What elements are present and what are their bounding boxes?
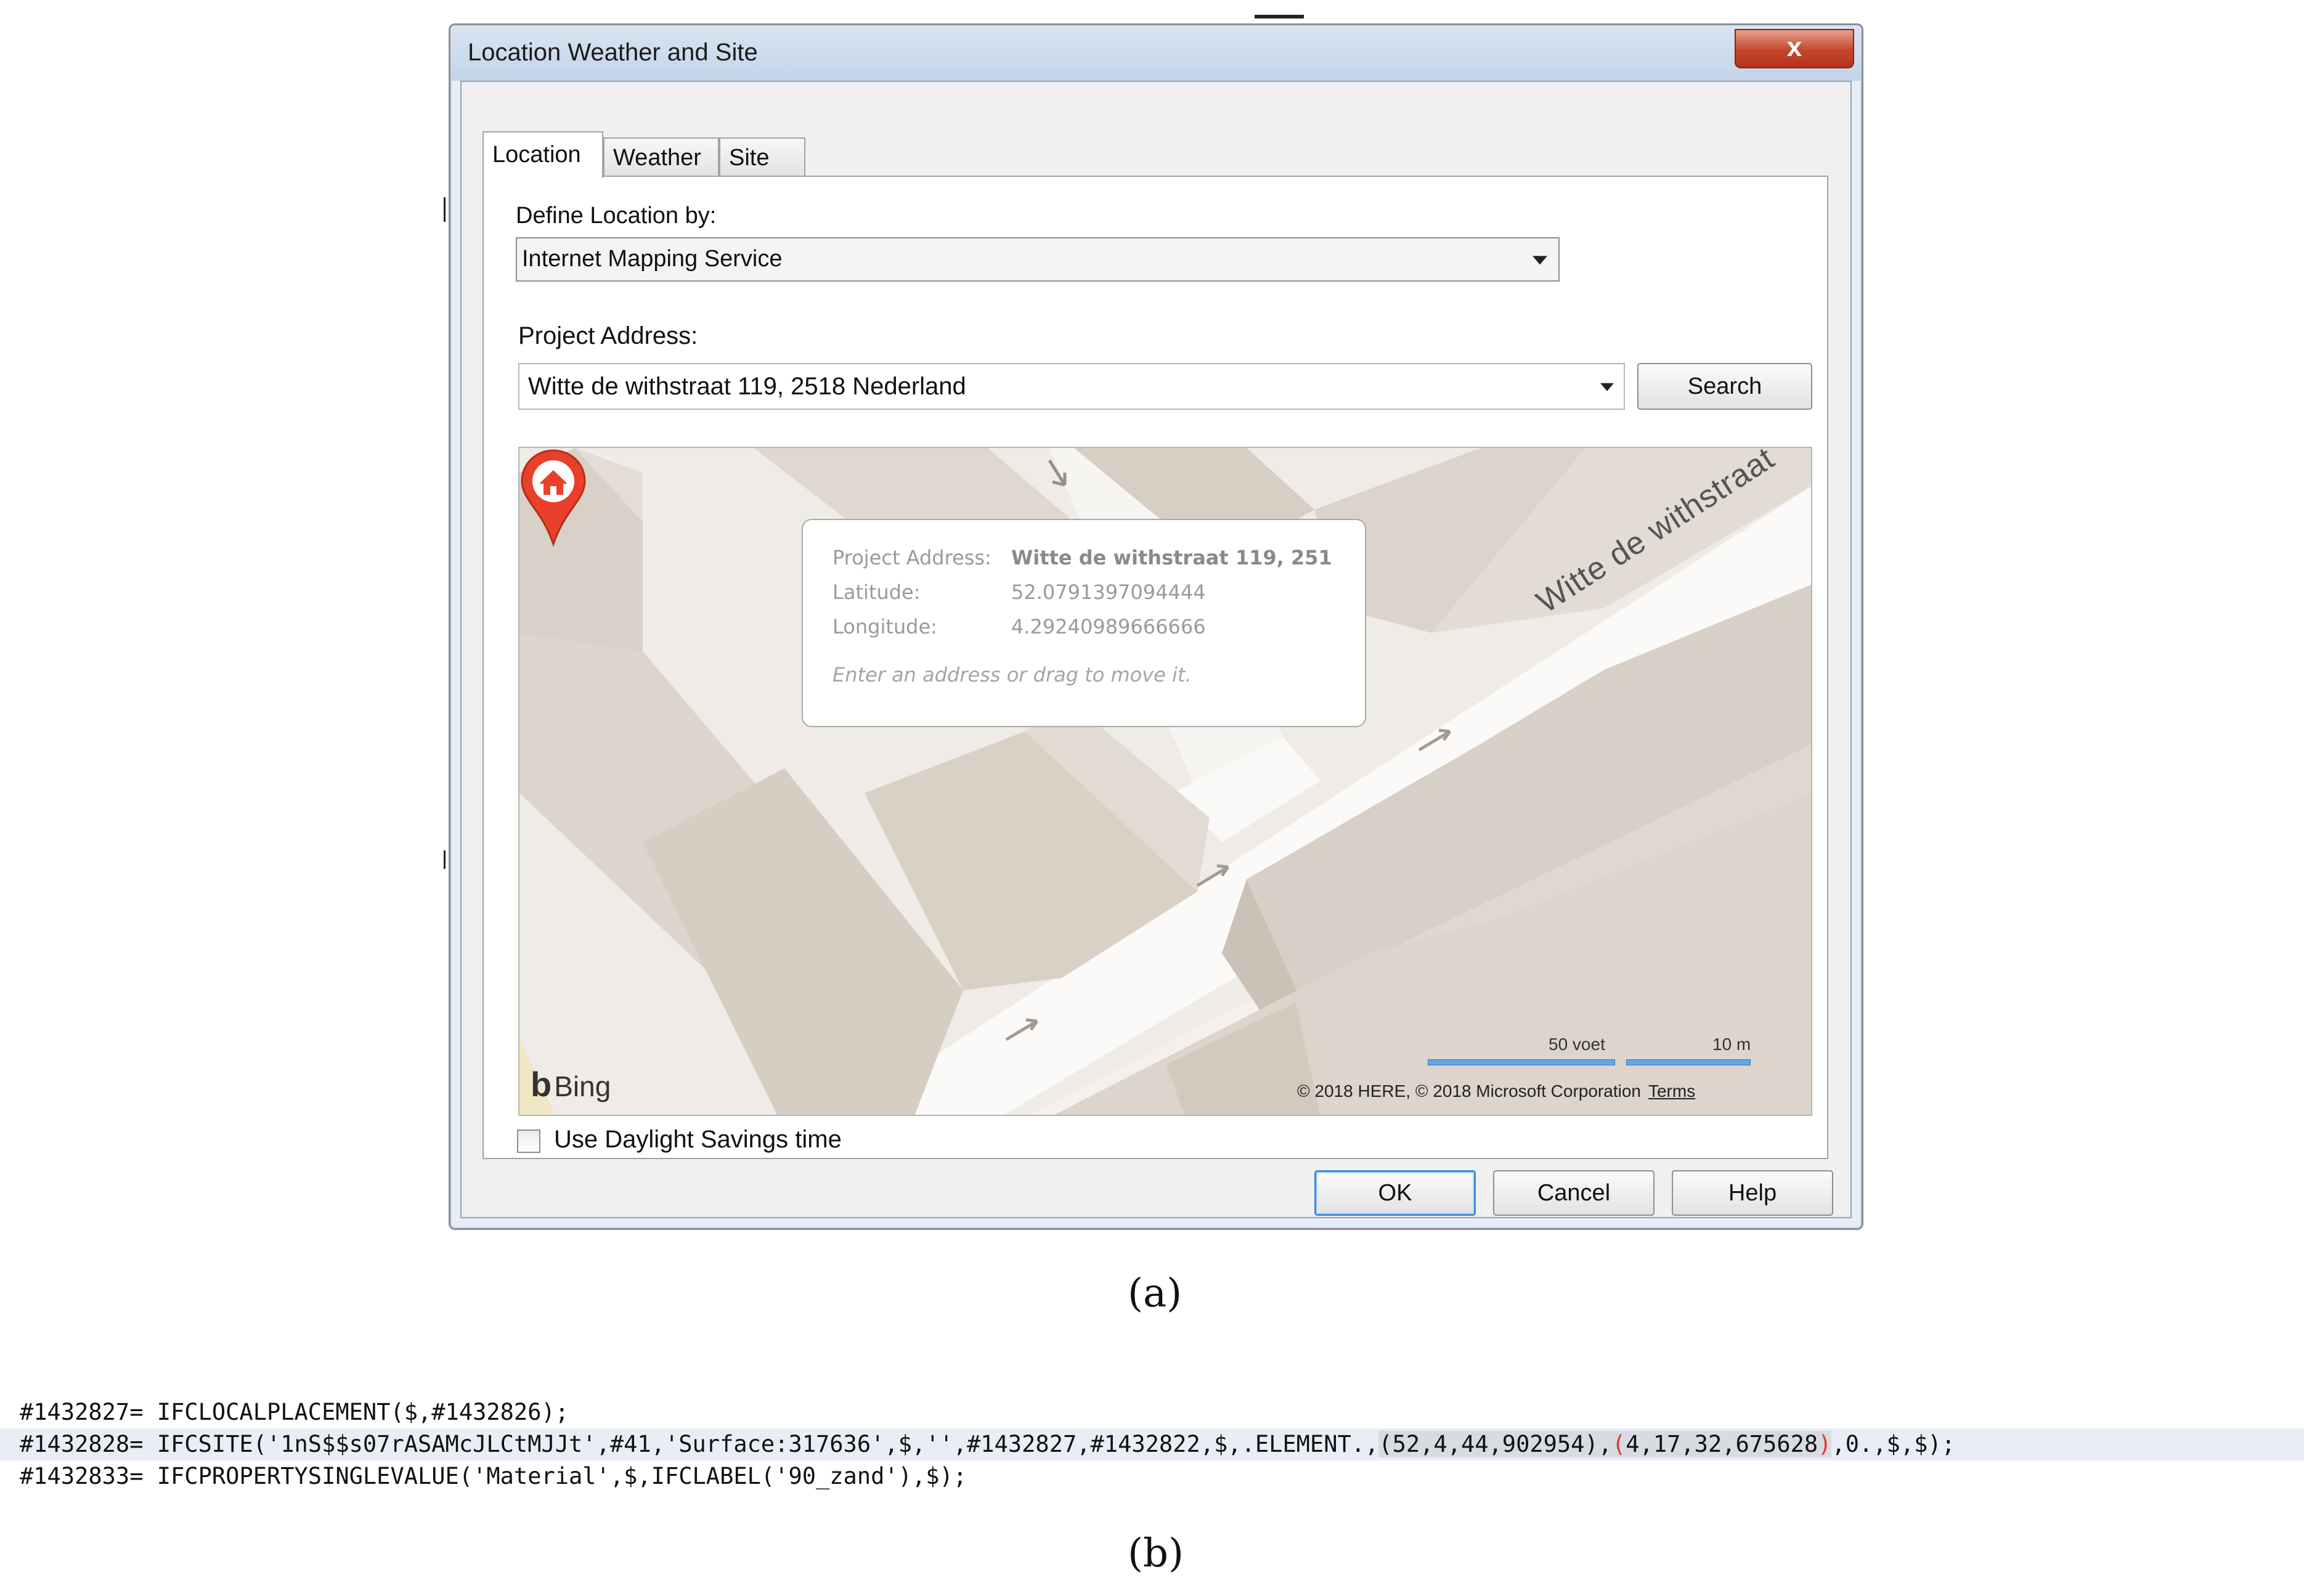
close-button[interactable]: x xyxy=(1735,29,1854,68)
help-button[interactable]: Help xyxy=(1672,1170,1833,1216)
bubble-longitude-key: Longitude: xyxy=(832,615,937,638)
cancel-button[interactable]: Cancel xyxy=(1493,1170,1655,1216)
background-line xyxy=(444,197,446,222)
bubble-latitude-value: 52.0791397094444 xyxy=(1011,580,1206,604)
ok-button[interactable]: OK xyxy=(1314,1170,1476,1216)
project-address-label: Project Address: xyxy=(518,322,698,349)
chevron-down-icon xyxy=(1533,256,1547,265)
code-longitude-open: ( xyxy=(1612,1431,1626,1457)
map-copyright: © 2018 HERE, © 2018 Microsoft Corporatio… xyxy=(1297,1081,1695,1101)
bing-b-icon: b xyxy=(531,1065,552,1104)
tab-site[interactable]: Site xyxy=(719,137,805,176)
scale-feet-bar xyxy=(1428,1059,1615,1065)
define-location-label: Define Location by: xyxy=(516,203,717,229)
map-view[interactable]: Witte de withstraat Project Address: Witt… xyxy=(518,447,1812,1116)
location-info-bubble: Project Address: Witte de withstraat 119,… xyxy=(802,519,1366,727)
copyright-text: © 2018 HERE, © 2018 Microsoft Corporatio… xyxy=(1297,1081,1641,1101)
tab-weather[interactable]: Weather xyxy=(603,137,719,176)
terms-link[interactable]: Terms xyxy=(1648,1081,1695,1101)
background-line xyxy=(444,850,446,869)
bubble-latitude-key: Latitude: xyxy=(832,580,921,604)
dialog-client-area: Location Weather Site Define Location by… xyxy=(460,81,1852,1218)
search-button[interactable]: Search xyxy=(1637,363,1812,410)
daylight-savings-checkbox[interactable] xyxy=(517,1130,540,1153)
home-location-pin-icon[interactable] xyxy=(519,448,587,547)
define-location-value: Internet Mapping Service xyxy=(522,246,783,272)
code-longitude-tuple: 4,17,32,675628 xyxy=(1626,1431,1818,1457)
bubble-address-key: Project Address: xyxy=(832,546,991,569)
code-line-2-suffix: ,0.,$,$); xyxy=(1831,1431,1955,1457)
bing-label: Bing xyxy=(554,1070,611,1102)
bubble-address-row: Project Address: Witte de withstraat 119,… xyxy=(832,546,1332,569)
code-longitude-close: ) xyxy=(1818,1431,1832,1457)
code-line-2: #1432828= IFCSITE('1nS$$s07rASAMcJLCtMJJ… xyxy=(20,1431,1955,1457)
define-location-dropdown[interactable]: Internet Mapping Service xyxy=(516,237,1560,282)
bubble-longitude-value: 4.29240989666666 xyxy=(1011,615,1206,638)
bubble-hint: Enter an address or drag to move it. xyxy=(832,663,1192,686)
code-line-3: #1432833= IFCPROPERTYSINGLEVALUE('Materi… xyxy=(20,1463,967,1489)
bubble-longitude-row: Longitude: 4.29240989666666 xyxy=(832,615,1206,638)
background-line xyxy=(1255,15,1304,18)
bubble-address-value: Witte de withstraat 119, 251 xyxy=(1011,546,1332,569)
dialog-title: Location Weather and Site xyxy=(468,39,758,66)
daylight-savings-label[interactable]: Use Daylight Savings time xyxy=(554,1126,842,1154)
bing-logo: bBing xyxy=(531,1064,611,1104)
code-line-1: #1432827= IFCLOCALPLACEMENT($,#1432826); xyxy=(20,1399,569,1425)
title-bar[interactable]: Location Weather and Site x xyxy=(450,25,1862,81)
scale-meters-bar xyxy=(1626,1059,1751,1065)
caption-a: (a) xyxy=(1128,1271,1183,1316)
project-address-input[interactable]: Witte de withstraat 119, 2518 Nederland xyxy=(518,363,1625,410)
location-tab-panel: Define Location by: Internet Mapping Ser… xyxy=(482,176,1828,1159)
project-address-value: Witte de withstraat 119, 2518 Nederland xyxy=(528,373,966,400)
bubble-latitude-row: Latitude: 52.0791397094444 xyxy=(832,580,1206,604)
location-weather-site-dialog: Location Weather and Site x Location Wea… xyxy=(449,23,1863,1230)
scale-feet-label: 50 voet xyxy=(1549,1035,1605,1054)
caption-b: (b) xyxy=(1128,1531,1184,1576)
code-separator: , xyxy=(1598,1431,1613,1457)
chevron-down-icon[interactable] xyxy=(1600,383,1614,391)
code-latitude-tuple: (52,4,44,902954) xyxy=(1378,1431,1598,1457)
code-line-2-prefix: #1432828= IFCSITE('1nS$$s07rASAMcJLCtMJJ… xyxy=(20,1431,1379,1457)
tab-location[interactable]: Location xyxy=(482,131,603,178)
scale-meters-label: 10 m xyxy=(1712,1035,1751,1054)
